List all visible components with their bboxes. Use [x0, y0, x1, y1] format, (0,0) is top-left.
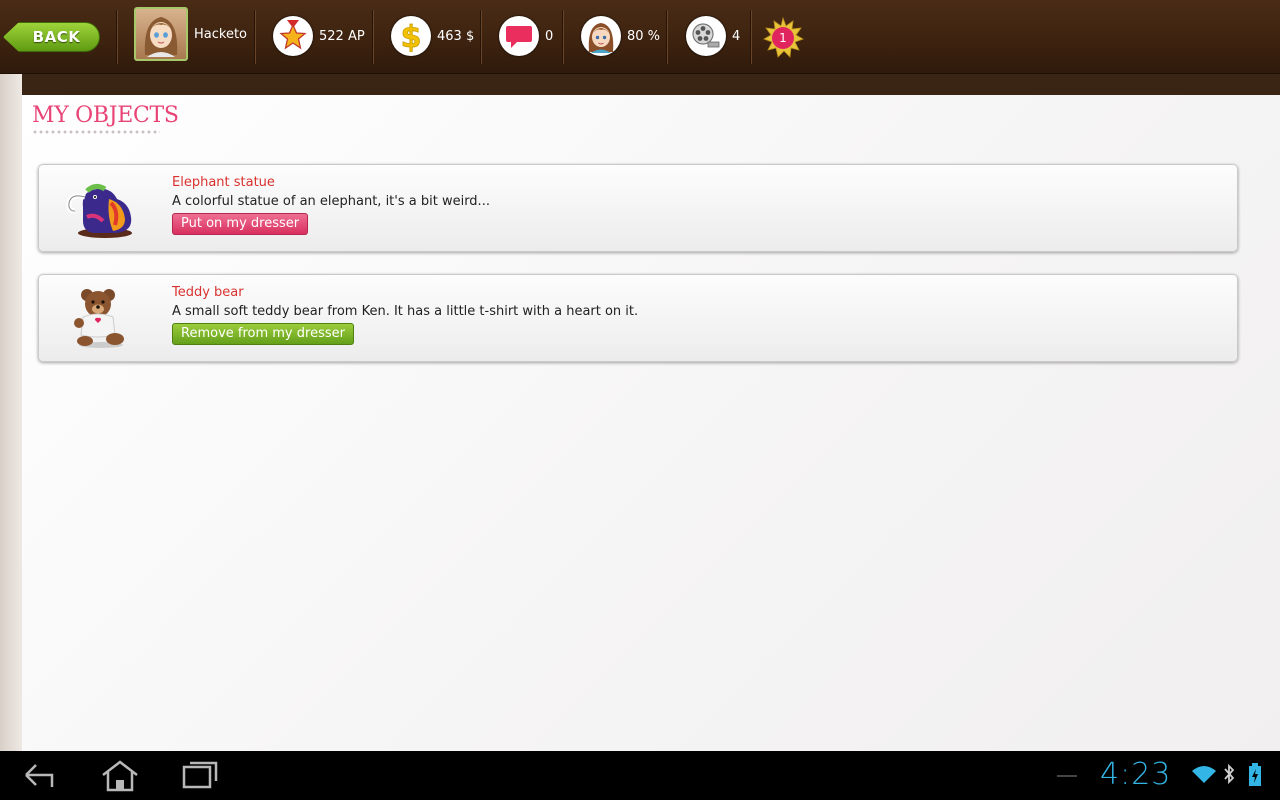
girl-avatar-icon	[144, 17, 178, 57]
divider	[666, 10, 667, 64]
recent-apps-button[interactable]	[182, 759, 220, 795]
back-nav-button[interactable]	[22, 759, 58, 795]
film-reel-icon	[686, 16, 726, 56]
messages-stat[interactable]: 0	[499, 14, 553, 58]
notification-count: 1	[779, 31, 787, 45]
page-title: MY OBJECTS	[32, 103, 179, 128]
title-underline	[32, 130, 160, 134]
home-icon	[102, 760, 138, 792]
divider	[480, 10, 481, 64]
profile[interactable]: Hacketo	[134, 7, 248, 61]
object-card: Teddy bear A small soft teddy bear from …	[38, 274, 1238, 362]
avatar[interactable]	[134, 7, 188, 61]
object-name: Teddy bear	[172, 285, 244, 300]
money-value: 463 $	[437, 28, 475, 44]
ap-value: 522 AP	[319, 28, 365, 44]
object-description: A colorful statue of an elephant, it's a…	[172, 194, 490, 209]
ap-stat[interactable]: 522 AP	[273, 14, 365, 58]
wifi-icon	[1192, 766, 1216, 783]
star-medal-icon	[273, 16, 313, 56]
divider	[562, 10, 563, 64]
dollar-icon: $	[391, 16, 431, 56]
home-nav-button[interactable]	[100, 759, 140, 797]
remove-from-dresser-button[interactable]: Remove from my dresser	[172, 323, 354, 345]
battery-icon	[1249, 763, 1261, 786]
object-description: A small soft teddy bear from Ken. It has…	[172, 304, 639, 319]
bluetooth-icon	[1224, 763, 1235, 785]
objects-panel: MY OBJECTS Elephant statue A colorful st…	[22, 95, 1280, 751]
clock: 4:23	[1100, 757, 1172, 792]
money-stat[interactable]: $ 463 $	[391, 14, 474, 58]
system-nav-bar: 4:23	[0, 751, 1280, 800]
object-card: Elephant statue A colorful statue of an …	[38, 164, 1238, 252]
username: Hacketo	[194, 26, 248, 42]
top-bar: BACK Hacketo 522 AP $ 463 $ 0 80 % 4 1	[0, 0, 1280, 74]
girl-face-icon	[581, 16, 621, 56]
films-stat[interactable]: 4	[686, 14, 740, 58]
notification-badge[interactable]: 1	[762, 17, 804, 59]
divider	[372, 10, 373, 64]
put-on-dresser-button[interactable]: Put on my dresser	[172, 213, 309, 235]
mood-stat[interactable]: 80 %	[581, 14, 660, 58]
divider	[116, 10, 117, 64]
mood-value: 80 %	[627, 28, 661, 44]
divider	[750, 10, 751, 64]
object-name: Elephant statue	[172, 175, 275, 190]
back-arrow-icon	[25, 764, 54, 787]
svg-text:$: $	[401, 20, 422, 53]
chat-bubble-icon	[499, 16, 539, 56]
status-dash	[1057, 775, 1077, 777]
films-count: 4	[732, 28, 741, 44]
elephant-statue-icon	[66, 183, 132, 238]
messages-count: 0	[545, 28, 554, 44]
recent-apps-icon	[182, 761, 218, 789]
back-button[interactable]: BACK	[3, 22, 100, 52]
teddy-bear-icon	[74, 289, 124, 348]
divider	[254, 10, 255, 64]
